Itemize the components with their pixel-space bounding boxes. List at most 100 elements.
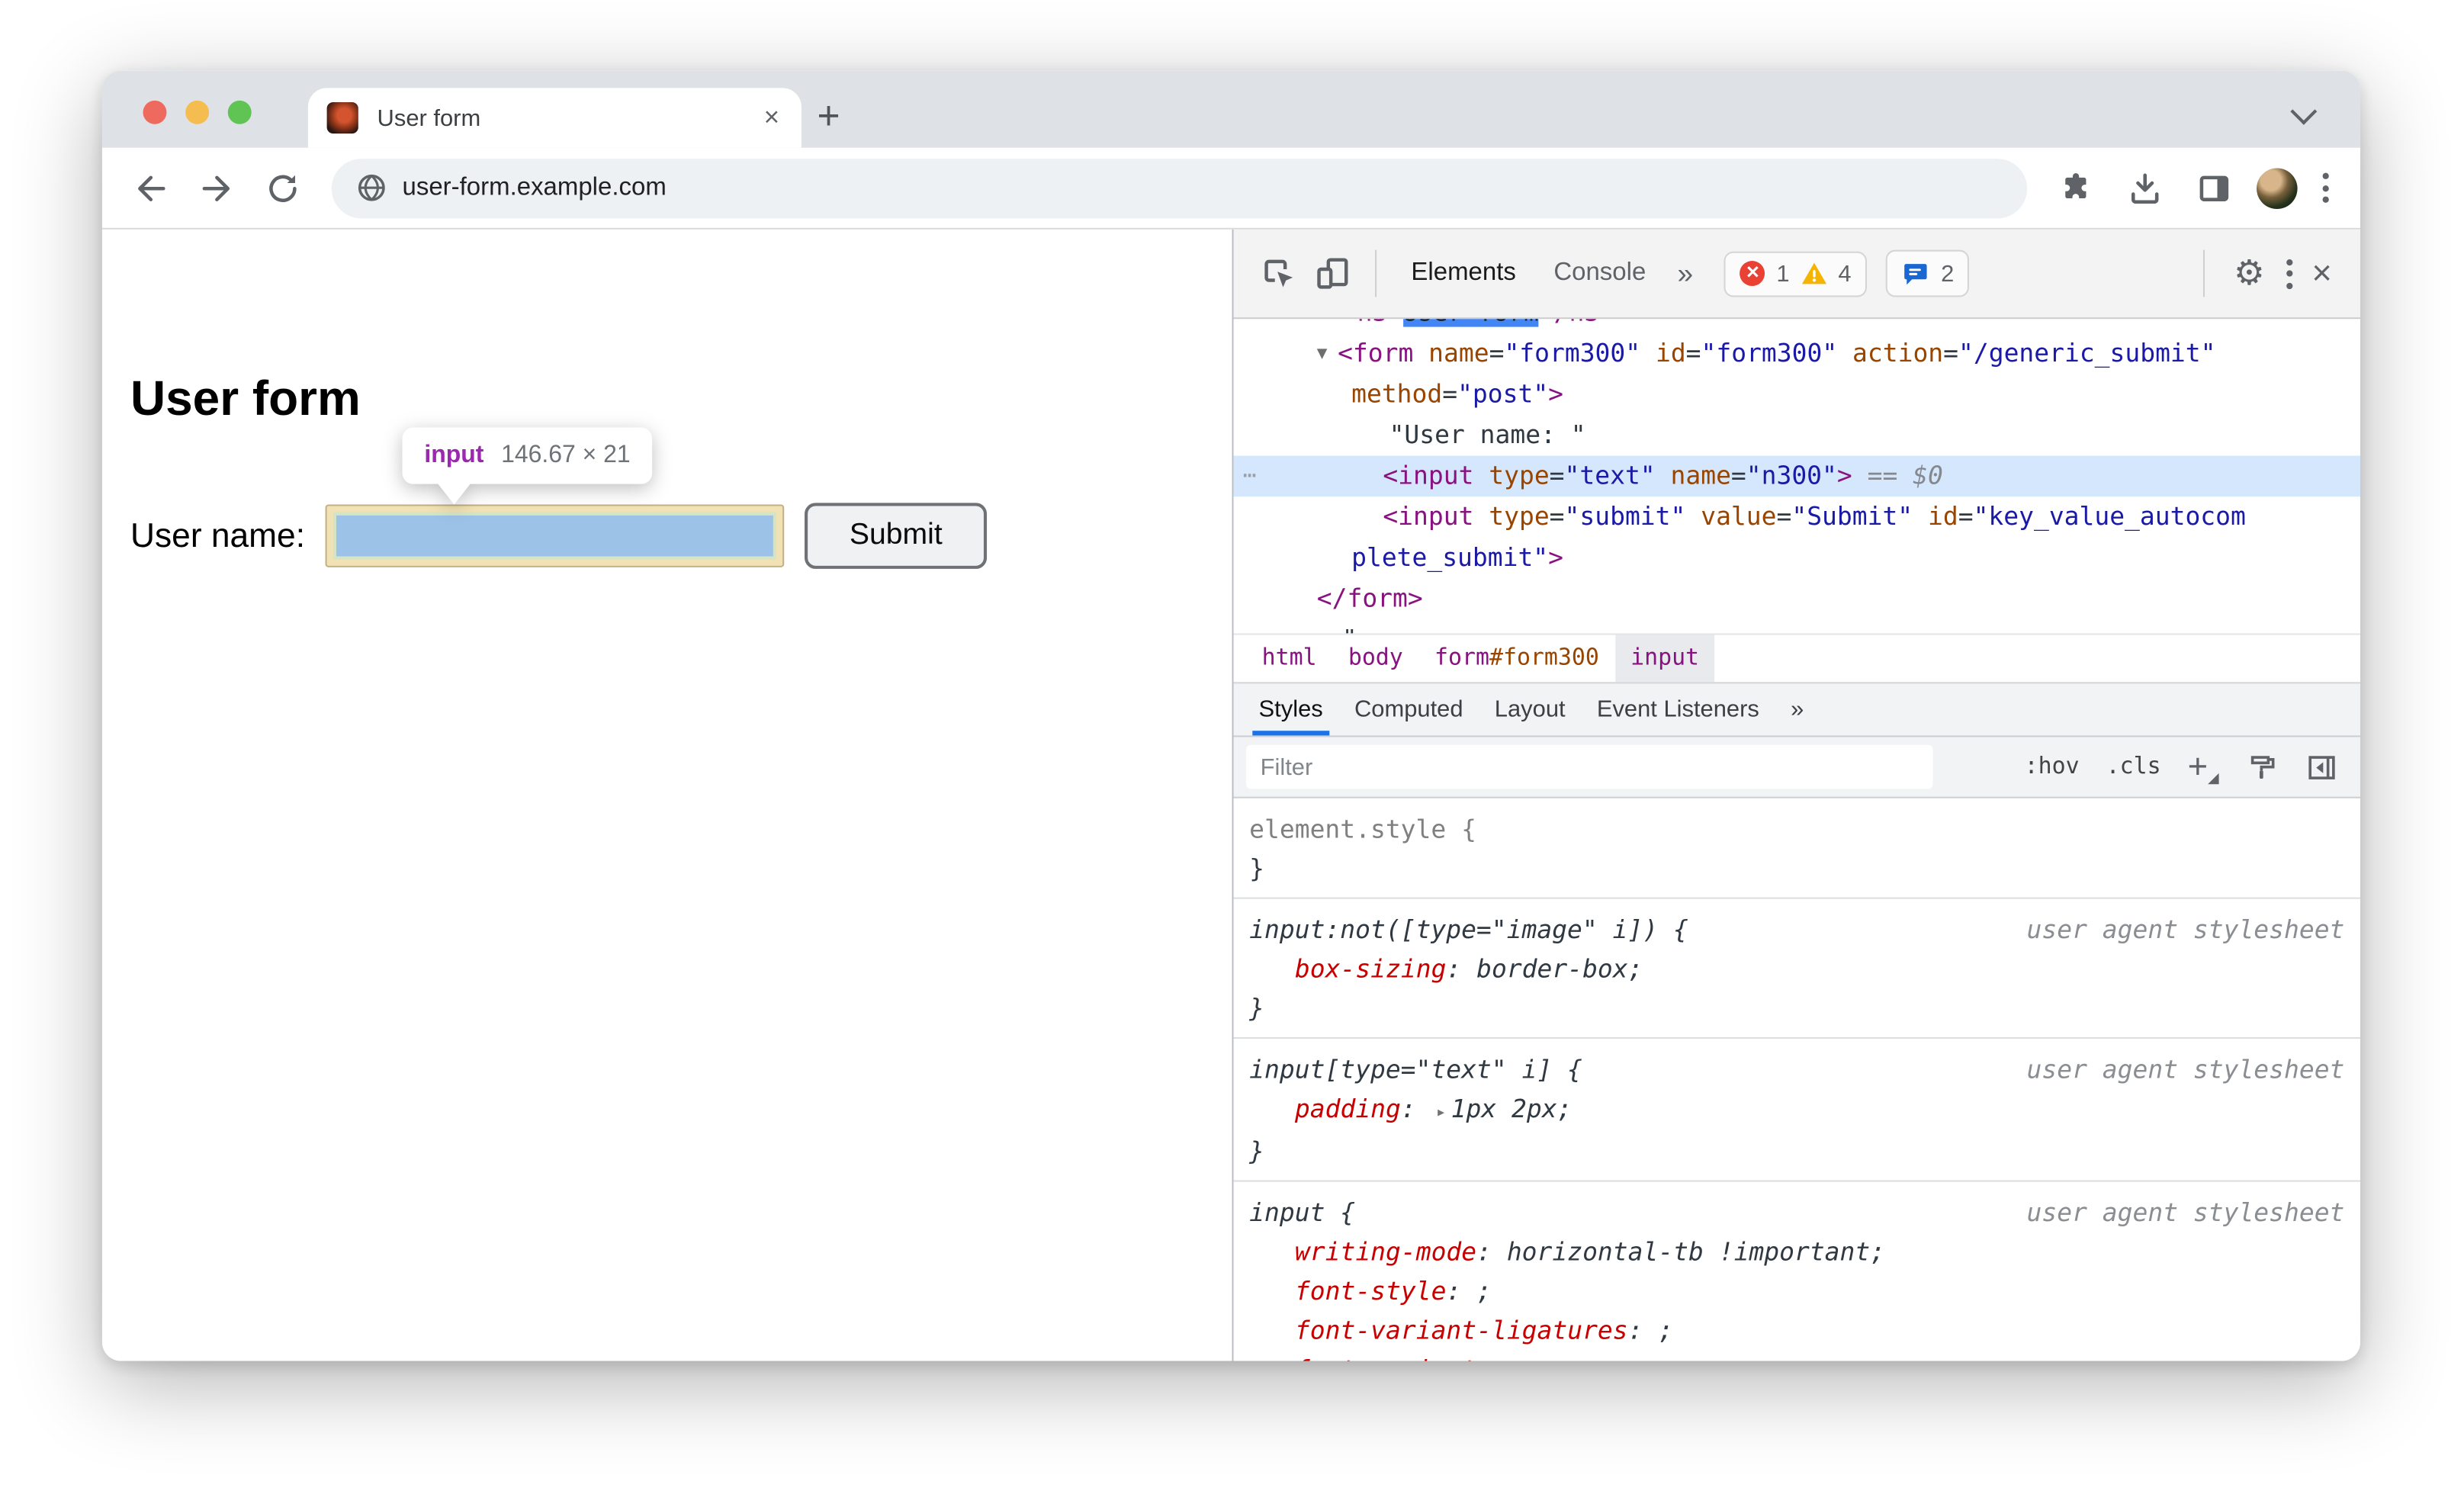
rule-origin-link[interactable]: user agent stylesheet	[2002, 1049, 2345, 1089]
styles-filter-input[interactable]	[1246, 744, 1933, 789]
rule-origin-link[interactable]: user agent stylesheet	[2002, 910, 2345, 950]
devtools-settings-button[interactable]: ⚙	[2221, 253, 2277, 294]
rendering-brush-icon[interactable]	[2246, 750, 2279, 783]
rule-declaration[interactable]: padding: ▸ 1px 2px;	[1249, 1089, 2344, 1132]
kebab-dot	[2322, 172, 2329, 179]
devtools-close-button[interactable]: ×	[2302, 253, 2341, 294]
punctuation: :	[1552, 1354, 1582, 1361]
code-token: >	[1548, 541, 1564, 573]
property-name: font-variant-caps	[1295, 1354, 1552, 1361]
new-style-rule-button[interactable]: +	[2188, 747, 2219, 788]
toolbar-actions	[2049, 161, 2338, 214]
downloads-button[interactable]	[2119, 161, 2172, 214]
sidebar-tab-layout[interactable]: Layout	[1479, 683, 1581, 735]
code-token: User form	[1402, 319, 1539, 327]
profile-avatar[interactable]	[2257, 167, 2298, 209]
code-token: id	[1928, 501, 1958, 532]
dom-tree-line[interactable]: "	[1234, 619, 2360, 633]
extensions-button[interactable]	[2049, 161, 2103, 214]
styles-rules-list: element.style {} input:not([type="image" …	[1233, 798, 2361, 1361]
inspect-element-button[interactable]	[1252, 247, 1306, 300]
code-token: #form300	[1489, 645, 1599, 671]
code-token: "text"	[1564, 460, 1656, 490]
dom-tree-line[interactable]: "User name: "	[1234, 415, 2360, 456]
breadcrumb-item[interactable]: html	[1246, 635, 1332, 682]
punctuation: :	[1627, 1315, 1659, 1345]
sidebar-tab-computed[interactable]: Computed	[1338, 683, 1479, 735]
tab-strip: User form × +	[101, 70, 2361, 148]
property-name: font-variant-ligatures	[1294, 1315, 1628, 1345]
sidebar-tab-event-listeners[interactable]: Event Listeners	[1581, 683, 1775, 735]
username-input-highlighted[interactable]	[325, 504, 785, 567]
dom-tree-line[interactable]: ⋯ <input type="text" name="n300"> == $0	[1233, 455, 2361, 497]
warning-icon	[1801, 262, 1826, 284]
submit-button[interactable]: Submit	[805, 503, 988, 569]
punctuation: ;	[1870, 1236, 1886, 1267]
side-panel-icon	[2199, 175, 2229, 201]
breadcrumb-item[interactable]: body	[1332, 635, 1418, 682]
punctuation: ;	[1627, 953, 1643, 984]
dom-tree-line[interactable]: <h3>User form</h3>	[1234, 319, 2360, 333]
breadcrumb-item[interactable]: form #form300	[1418, 635, 1614, 682]
style-rule[interactable]: input[type="text" i] {user agent stylesh…	[1233, 1039, 2361, 1182]
dom-tree-line[interactable]: <input type="submit" value="Submit" id="…	[1234, 496, 2360, 538]
dom-tree-line[interactable]: method="post">	[1234, 374, 2360, 415]
inspect-overlay-content-box	[336, 515, 774, 557]
code-token: =	[1730, 460, 1746, 490]
style-rule[interactable]: input {user agent stylesheet writing-mode…	[1234, 1182, 2360, 1361]
back-button[interactable]	[124, 161, 178, 214]
rule-declaration[interactable]: font-variant-ligatures: ;	[1249, 1311, 2344, 1351]
url-bar[interactable]: user-form.example.com	[331, 158, 2028, 218]
side-panel-button[interactable]	[2187, 161, 2241, 214]
dom-tree-line[interactable]: ▼ <form name="form300" id="form300" acti…	[1234, 333, 2360, 374]
browser-menu-button[interactable]	[2313, 166, 2338, 209]
screenshot-stage: User form × + user-form.example.com User…	[0, 0, 2464, 1507]
show-sidebar-icon[interactable]	[2305, 750, 2338, 783]
breadcrumb-item[interactable]: input	[1614, 635, 1715, 683]
rule-declaration[interactable]: box-sizing: border-box;	[1249, 950, 2344, 989]
property-name: box-sizing	[1294, 953, 1447, 984]
devtools-tab-elements[interactable]: Elements	[1393, 259, 1535, 288]
style-rule[interactable]: input:not([type="image" i]) {user agent …	[1233, 899, 2361, 1039]
expand-shorthand-icon[interactable]: ▸	[1431, 1101, 1451, 1122]
rule-closing-brace: }	[1249, 853, 1265, 884]
code-token: name	[1428, 338, 1489, 368]
dom-tree-line[interactable]: </form>	[1234, 578, 2360, 619]
rule-origin-link[interactable]: user agent stylesheet	[2002, 1193, 2345, 1232]
code-token: "n300"	[1746, 460, 1837, 490]
minimize-window-button[interactable]	[185, 100, 210, 124]
code-token: <input	[1383, 460, 1489, 490]
punctuation: ;	[1658, 1315, 1674, 1345]
toggle-class-button[interactable]: .cls	[2106, 754, 2161, 779]
styles-filter-row: :hov .cls +	[1233, 735, 2361, 798]
devtools-menu-button[interactable]	[2277, 252, 2302, 295]
forward-button[interactable]	[190, 161, 243, 214]
site-info-globe-icon[interactable]	[357, 173, 387, 203]
rule-declaration[interactable]: font-style: ;	[1249, 1271, 2344, 1311]
dom-tree-line[interactable]: plete_submit">	[1234, 538, 2360, 579]
username-label: User name:	[130, 516, 306, 554]
toggle-pseudo-state-button[interactable]: :hov	[2025, 754, 2080, 779]
property-name: writing-mode	[1294, 1236, 1477, 1267]
sidebar-tab-styles[interactable]: Styles	[1243, 683, 1338, 736]
zoom-window-button[interactable]	[227, 100, 252, 124]
sidebar-more-tabs-button[interactable]: »	[1775, 683, 1819, 735]
browser-tab[interactable]: User form ×	[307, 88, 802, 148]
tab-close-icon[interactable]: ×	[760, 102, 782, 133]
chevron-down-icon[interactable]	[2290, 98, 2318, 125]
url-text[interactable]: user-form.example.com	[403, 174, 667, 202]
device-toolbar-button[interactable]	[1306, 247, 1359, 300]
more-tabs-button[interactable]: »	[1665, 257, 1706, 290]
style-rule[interactable]: element.style {}	[1233, 798, 2361, 899]
dom-line-adorner[interactable]: ⋯	[1243, 456, 1256, 497]
rule-declaration[interactable]: font-variant-caps: ;	[1249, 1350, 2344, 1361]
errors-warnings-badge[interactable]: ✕ 1 4	[1724, 250, 1868, 297]
reload-button[interactable]	[256, 161, 310, 214]
issues-badge[interactable]: 2	[1885, 249, 1970, 297]
devtools-tab-console[interactable]: Console	[1535, 259, 1665, 288]
new-tab-button[interactable]: +	[818, 96, 840, 137]
rule-declaration[interactable]: writing-mode: horizontal-tb !important;	[1249, 1232, 2344, 1272]
user-form-row: User name: Submit	[130, 503, 988, 569]
close-window-button[interactable]	[143, 100, 167, 124]
